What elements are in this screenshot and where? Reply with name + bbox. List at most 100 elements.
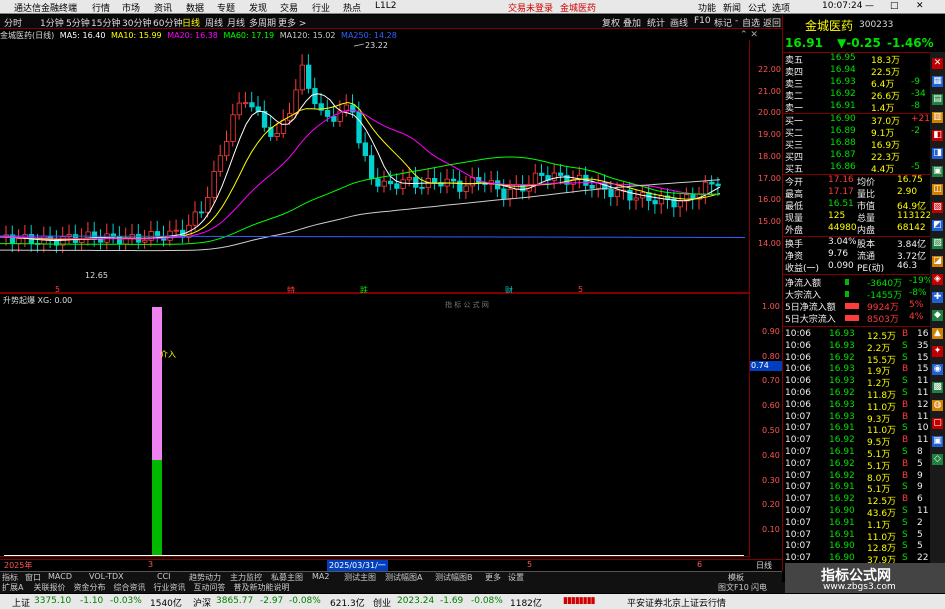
tick-row[interactable]: 10:07 16.93 9.3万 B 11 (783, 412, 945, 425)
ask-row[interactable]: 卖三 16.93 6.4万 -9 (783, 77, 945, 90)
info-tab[interactable]: 扩展A (2, 582, 23, 593)
sz-index-label[interactable]: 沪深 (193, 596, 211, 609)
menu-item-zixun[interactable]: 资讯 (154, 1, 172, 14)
huaxian-button[interactable]: 画线 (670, 16, 688, 29)
period-weekly[interactable]: 周线 (205, 16, 223, 29)
side-tool-icon[interactable]: ✚ (932, 292, 943, 303)
tick-row[interactable]: 10:07 16.90 12.8万 S 5 (783, 541, 945, 554)
ask-row[interactable]: 卖一 16.91 1.4万 -8 (783, 101, 945, 114)
menu-item-faxian[interactable]: 发现 (249, 1, 267, 14)
tick-row[interactable]: 10:07 16.91 5.1万 S 8 (783, 447, 945, 460)
indicator-bar-top[interactable] (152, 307, 162, 460)
cy-index-label[interactable]: 创业 (373, 596, 391, 609)
ask-row[interactable]: 卖四 16.94 22.5万 (783, 65, 945, 78)
fuquan-button[interactable]: 复权 (602, 16, 620, 29)
minimize-button[interactable]: — (865, 1, 874, 11)
login-status[interactable]: 交易未登录 (508, 1, 553, 14)
side-tool-icon[interactable]: ◩ (932, 220, 943, 231)
menu-item-zhuanti[interactable]: 专题 (217, 1, 235, 14)
side-tool-icon[interactable]: ◉ (932, 364, 943, 375)
indicator-tab[interactable]: CCI (157, 572, 171, 581)
bid-row[interactable]: 买四 16.87 22.3万 (783, 150, 945, 163)
bid-row[interactable]: 买三 16.88 16.9万 (783, 138, 945, 151)
menu-item-shichang[interactable]: 市场 (122, 1, 140, 14)
side-tool-icon[interactable]: ◇ (932, 454, 943, 465)
sh-index-label[interactable]: 上证 (12, 596, 30, 609)
menu-gongshi[interactable]: 公式 (748, 1, 766, 14)
tongji-button[interactable]: 统计 (647, 16, 665, 29)
diejia-button[interactable]: 叠加 (623, 16, 641, 29)
info-tab[interactable]: 普及新功能说明 (234, 582, 290, 593)
tick-row[interactable]: 10:07 16.92 12.5万 B 6 (783, 494, 945, 507)
menu-item-jiaoyi[interactable]: 交易 (280, 1, 298, 14)
tick-row[interactable]: 10:07 16.90 43.6万 S 11 (783, 506, 945, 519)
menu-item-l1l2[interactable]: L1L2 (375, 1, 396, 11)
menu-gongneng[interactable]: 功能 (698, 1, 716, 14)
ask-row[interactable]: 卖二 16.92 26.6万 -34 (783, 89, 945, 102)
side-tool-icon[interactable]: ◪ (932, 256, 943, 267)
period-30min[interactable]: 30分钟 (122, 16, 151, 29)
period-fenshi[interactable]: 分时 (4, 16, 22, 29)
tick-row[interactable]: 10:06 16.93 1.9万 B 15 (783, 364, 945, 377)
side-tool-icon[interactable]: ▢ (932, 418, 943, 429)
tick-row[interactable]: 10:06 16.93 1.2万 S 11 (783, 376, 945, 389)
indicator-bar-bottom[interactable] (152, 460, 162, 555)
period-monthly[interactable]: 月线 (227, 16, 245, 29)
side-tool-icon[interactable]: ▧ (932, 202, 943, 213)
tick-row[interactable]: 10:07 16.92 9.5万 B 11 (783, 435, 945, 448)
tick-row[interactable]: 10:07 16.91 11.0万 S 5 (783, 530, 945, 543)
tick-row[interactable]: 10:06 16.92 11.8万 S 11 (783, 388, 945, 401)
period-15min[interactable]: 15分钟 (91, 16, 120, 29)
side-tool-icon[interactable]: ▣ (932, 436, 943, 447)
menu-item-redian[interactable]: 热点 (343, 1, 361, 14)
tick-row[interactable]: 10:07 16.91 11.0万 S 10 (783, 423, 945, 436)
tick-row[interactable]: 10:07 16.91 5.1万 S 9 (783, 482, 945, 495)
biaoji-button[interactable]: 标记 (714, 16, 732, 29)
bid-row[interactable]: 买一 16.90 37.0万 +219 (783, 114, 945, 127)
side-tool-icon[interactable]: ✕ (932, 58, 943, 69)
side-tool-icon[interactable]: ▲ (932, 328, 943, 339)
period-5min[interactable]: 5分钟 (66, 16, 90, 29)
ask-row[interactable]: 卖五 16.95 18.3万 (783, 53, 945, 66)
side-tool-icon[interactable]: ▨ (932, 238, 943, 249)
menu-item-shuju[interactable]: 数据 (186, 1, 204, 14)
back-button[interactable]: 返回 (763, 16, 781, 29)
chart-close-icon[interactable]: ⌃ ✕ (740, 30, 758, 40)
close-button[interactable]: ✕ (916, 1, 924, 11)
info-tab[interactable]: 资金分布 (74, 582, 106, 593)
side-tool-icon[interactable]: ▣ (932, 166, 943, 177)
period-multi[interactable]: 多周期 (249, 16, 276, 29)
info-tab[interactable]: 互动问答 (194, 582, 226, 593)
side-tool-icon[interactable]: ◧ (932, 130, 943, 141)
side-tool-icon[interactable]: ▤ (932, 94, 943, 105)
menu-xinwen[interactable]: 新闻 (723, 1, 741, 14)
zixuan-button[interactable]: 自选 (742, 16, 760, 29)
tick-row[interactable]: 10:06 16.92 15.5万 S 15 (783, 353, 945, 366)
bid-row[interactable]: 买五 16.86 4.4万 -5 (783, 162, 945, 175)
side-tool-icon[interactable]: ▥ (932, 112, 943, 123)
period-1min[interactable]: 1分钟 (40, 16, 64, 29)
side-tool-icon[interactable]: ▦ (932, 76, 943, 87)
side-tool-icon[interactable]: ✦ (932, 346, 943, 357)
side-tool-icon[interactable]: ◍ (932, 400, 943, 411)
tick-row[interactable]: 10:06 16.93 12.5万 B 16 (783, 329, 945, 342)
indicator-tab[interactable]: VOL-TDX (89, 572, 124, 581)
f10-tab[interactable]: 图文F10 (718, 582, 749, 593)
period-daily[interactable]: 日线 (182, 16, 200, 29)
tick-row[interactable]: 10:07 16.91 1.1万 S 2 (783, 518, 945, 531)
side-tool-icon[interactable]: ◨ (932, 148, 943, 159)
flash-tab[interactable]: 闪电 (751, 582, 767, 593)
period-60min[interactable]: 60分钟 (153, 16, 182, 29)
tick-row[interactable]: 10:06 16.93 11.0万 B 12 (783, 400, 945, 413)
tick-row[interactable]: 10:07 16.92 8.0万 B 9 (783, 471, 945, 484)
bid-row[interactable]: 买二 16.89 9.1万 -2 (783, 126, 945, 139)
side-tool-icon[interactable]: ◆ (932, 310, 943, 321)
side-tool-icon[interactable]: ◫ (932, 184, 943, 195)
indicator-tab[interactable]: MA2 (312, 572, 329, 581)
side-tool-icon[interactable]: ▩ (932, 382, 943, 393)
side-tool-icon[interactable]: ◈ (932, 274, 943, 285)
tick-row[interactable]: 10:07 16.92 5.1万 B 5 (783, 459, 945, 472)
info-tab[interactable]: 综合资讯 (114, 582, 146, 593)
info-tab[interactable]: 关联报价 (34, 582, 66, 593)
indicator-tab[interactable]: MACD (48, 572, 72, 581)
